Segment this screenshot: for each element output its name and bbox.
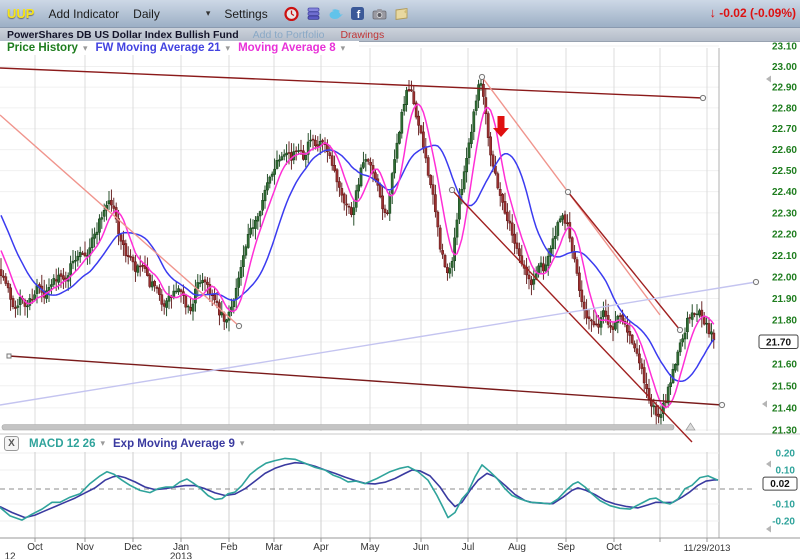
svg-text:22.70: 22.70 — [772, 124, 797, 135]
svg-text:-0.10: -0.10 — [772, 500, 795, 511]
facebook-icon[interactable]: f — [350, 6, 365, 21]
svg-text:11/29/2013: 11/29/2013 — [684, 543, 731, 554]
svg-text:22.30: 22.30 — [772, 208, 797, 219]
svg-text:22.20: 22.20 — [772, 230, 797, 241]
svg-text:21.80: 21.80 — [772, 316, 797, 327]
close-macd-button[interactable]: X — [4, 436, 19, 451]
svg-text:22.60: 22.60 — [772, 145, 797, 156]
chevron-down-icon[interactable]: ▾ — [341, 43, 346, 54]
chevron-down-icon[interactable]: ▾ — [226, 43, 231, 54]
svg-text:Jul: Jul — [462, 542, 475, 553]
chevron-down-icon[interactable]: ▾ — [83, 43, 88, 54]
svg-text:Dec: Dec — [124, 542, 142, 553]
svg-text:22.10: 22.10 — [772, 251, 797, 262]
svg-text:21.40: 21.40 — [772, 403, 797, 414]
price-axis: 23.10 23.00 22.90 22.80 22.70 22.60 22.50 22.40… — [759, 42, 798, 437]
svg-text:21.30: 21.30 — [772, 426, 797, 437]
add-indicator-button[interactable]: Add Indicator — [48, 7, 119, 21]
price-history-dropdown[interactable]: Price History — [7, 42, 78, 54]
svg-text:23.10: 23.10 — [772, 42, 797, 53]
svg-text:-0.20: -0.20 — [772, 517, 795, 528]
svg-text:Aug: Aug — [508, 542, 526, 553]
svg-text:Apr: Apr — [313, 542, 329, 553]
svg-text:Nov: Nov — [76, 542, 94, 553]
svg-text:22.90: 22.90 — [772, 83, 797, 94]
svg-text:Oct: Oct — [606, 542, 622, 553]
svg-text:f: f — [356, 9, 360, 21]
fund-name: PowerShares DB US Dollar Index Bullish F… — [7, 29, 239, 41]
svg-text:May: May — [361, 542, 380, 553]
macd-dropdown[interactable]: MACD 12 26 — [29, 438, 95, 450]
snapshot-camera-icon[interactable] — [372, 6, 387, 21]
toolbar: UUP Add Indicator Daily ▾ Settings f — [0, 0, 800, 28]
price-indicator-row: Price History ▾ FW Moving Average 21 ▾ M… — [0, 41, 359, 55]
macd-grid — [0, 452, 755, 538]
price-scrollbar[interactable] — [2, 423, 695, 430]
svg-text:21.70: 21.70 — [766, 337, 791, 348]
toolbar-icons: f — [284, 6, 409, 21]
macd-plot — [0, 458, 718, 520]
svg-text:0.20: 0.20 — [776, 449, 796, 460]
chart-svg: 23.10 23.00 22.90 22.80 22.70 22.60 22.50 22.40… — [0, 40, 800, 559]
svg-text:Jun: Jun — [413, 542, 429, 553]
ma21-dropdown[interactable]: FW Moving Average 21 — [95, 42, 220, 54]
chevron-down-icon: ▾ — [206, 8, 211, 19]
svg-text:0.02: 0.02 — [770, 479, 790, 490]
svg-text:Mar: Mar — [265, 542, 283, 553]
price-change-value: -0.02 (-0.09%) — [719, 6, 796, 20]
svg-text:Feb: Feb — [220, 542, 238, 553]
svg-text:21.90: 21.90 — [772, 294, 797, 305]
macd-axis: 0.20 0.10 -0.10 -0.20 0.02 — [763, 449, 797, 528]
symbol-ticker[interactable]: UUP — [7, 6, 34, 21]
macd-header-row: X MACD 12 26 ▾ Exp Moving Average 9 ▾ — [0, 436, 258, 451]
drawings-link[interactable]: Drawings — [340, 29, 384, 41]
ma8-dropdown[interactable]: Moving Average 8 — [238, 42, 336, 54]
price-change: ↓ -0.02 (-0.09%) — [709, 5, 796, 20]
svg-text:22.80: 22.80 — [772, 103, 797, 114]
svg-text:22.00: 22.00 — [772, 272, 797, 283]
x-axis: OctNovDecJanFebMarAprMayJunJulAugSepOct1… — [0, 538, 800, 559]
charting-app: UUP Add Indicator Daily ▾ Settings f — [0, 0, 800, 559]
chevron-down-icon[interactable]: ▾ — [100, 438, 105, 449]
ema9-dropdown[interactable]: Exp Moving Average 9 — [113, 438, 235, 450]
svg-text:Oct: Oct — [27, 542, 43, 553]
notes-icon[interactable] — [394, 6, 409, 21]
svg-text:12: 12 — [4, 552, 16, 559]
pane-splitter-arrows[interactable] — [762, 76, 771, 533]
svg-text:21.50: 21.50 — [772, 381, 797, 392]
candlesticks — [0, 77, 715, 427]
svg-text:21.60: 21.60 — [772, 359, 797, 370]
interval-dropdown[interactable]: Daily ▾ — [133, 7, 210, 21]
alert-clock-icon[interactable] — [284, 6, 299, 21]
price-grid — [0, 46, 800, 538]
svg-text:23.00: 23.00 — [772, 62, 797, 73]
add-to-portfolio-link[interactable]: Add to Portfolio — [253, 29, 325, 41]
svg-text:22.50: 22.50 — [772, 166, 797, 177]
svg-text:Sep: Sep — [557, 542, 575, 553]
interval-value: Daily — [133, 7, 160, 21]
svg-text:22.40: 22.40 — [772, 187, 797, 198]
svg-text:2013: 2013 — [170, 552, 193, 559]
portfolio-stack-icon[interactable] — [306, 6, 321, 21]
chevron-down-icon[interactable]: ▾ — [240, 438, 245, 449]
svg-text:0.10: 0.10 — [776, 466, 796, 477]
twitter-icon[interactable] — [328, 6, 343, 21]
down-arrow-icon: ↓ — [709, 5, 716, 20]
settings-button[interactable]: Settings — [224, 7, 267, 21]
